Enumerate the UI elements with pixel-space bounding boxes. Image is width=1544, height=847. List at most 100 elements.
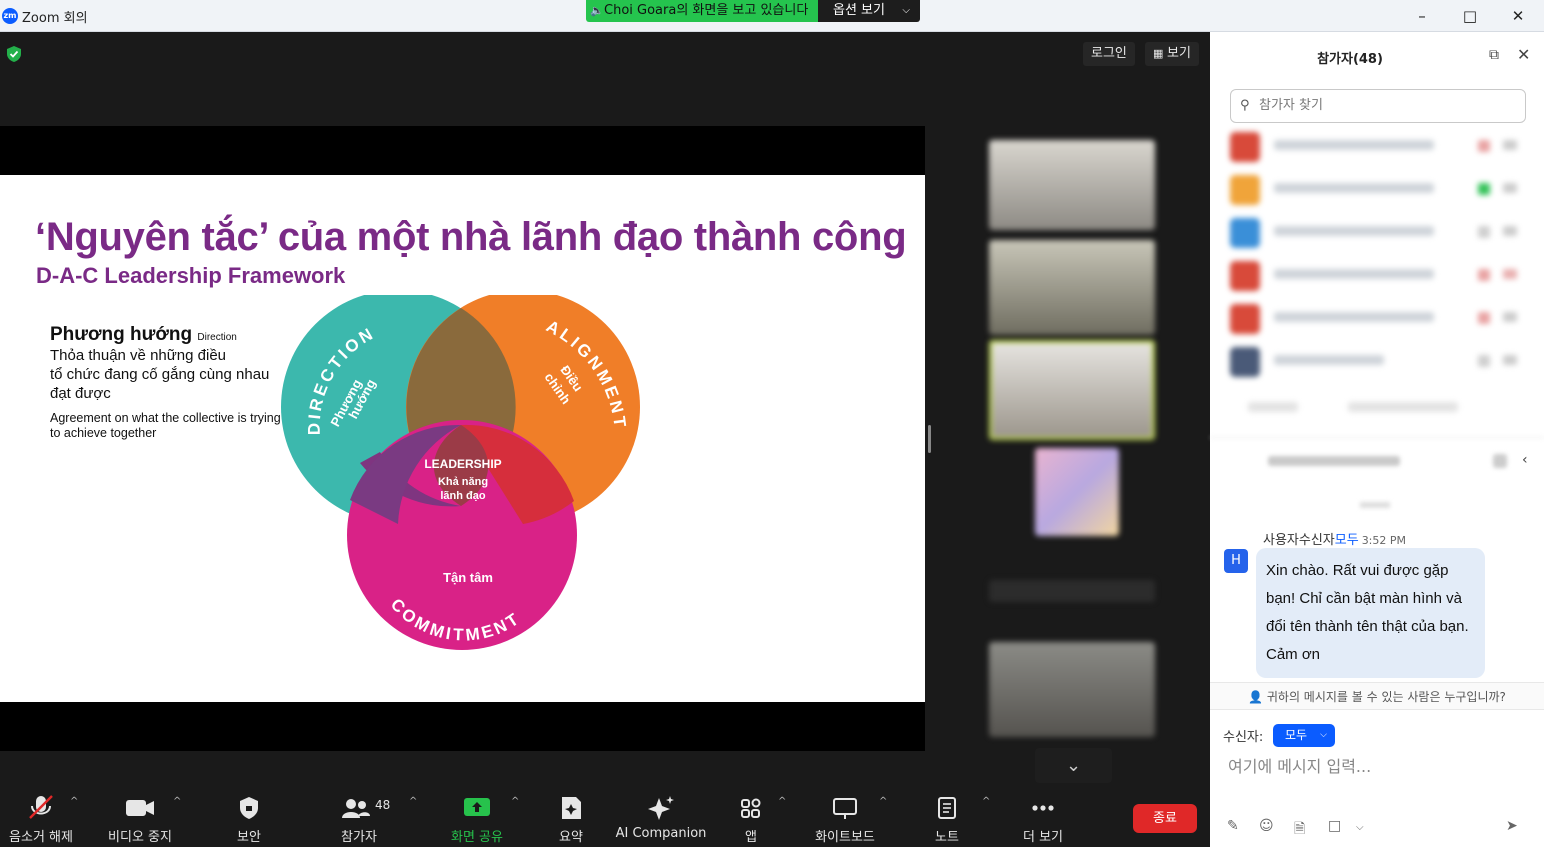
participant-actions[interactable]	[1228, 390, 1524, 430]
format-text-icon[interactable]: ✎	[1227, 818, 1239, 834]
video-gallery	[983, 132, 1163, 752]
direction-en-line: to achieve together	[50, 426, 157, 440]
end-meeting-button[interactable]: 종료	[1133, 804, 1197, 833]
chat-sender: 사용자수신자	[1263, 533, 1335, 548]
send-icon[interactable]: ➤	[1506, 818, 1518, 834]
login-button[interactable]: 로그인	[1083, 42, 1135, 66]
view-button[interactable]: ▦ 보기	[1145, 42, 1199, 66]
apps-button[interactable]: 앱	[728, 784, 774, 847]
chat-message-input[interactable]: 여기에 메시지 입력...	[1228, 753, 1371, 777]
emoji-icon[interactable]: ☺	[1259, 818, 1274, 834]
video-camera-icon	[126, 800, 154, 816]
chat-message-meta: 사용자수신자모두 3:52 PM	[1263, 529, 1406, 548]
ai-companion-button[interactable]: AI Companion	[612, 784, 710, 847]
maximize-button[interactable]: □	[1460, 6, 1480, 26]
participant-search-input[interactable]: ⚲ 참가자 찾기	[1230, 89, 1526, 123]
title-bar: zm Zoom 회의 🔈 Choi Goara의 화면을 보고 있습니다 옵션 …	[0, 0, 1544, 32]
notes-options-caret-icon[interactable]: ^	[982, 796, 990, 807]
unmute-label: 음소거 해제	[9, 830, 73, 845]
participant-row[interactable]	[1228, 214, 1524, 254]
security-label: 보안	[237, 830, 261, 845]
shared-screen: ‘Nguyên tắc’ của một nhà lãnh đạo thành …	[0, 126, 925, 751]
view-options-button[interactable]: 옵션 보기 ⌵	[818, 0, 920, 22]
window-title: Zoom 회의	[22, 11, 88, 26]
encryption-shield-icon[interactable]	[7, 46, 21, 62]
avatar: H	[1224, 549, 1248, 573]
slide-subtitle: D-A-C Leadership Framework	[36, 263, 346, 288]
more-dots-icon	[1032, 805, 1054, 811]
stop-video-button[interactable]: 비디오 중지	[100, 784, 180, 847]
direction-vi-line: tổ chức đang cố gắng cùng nhau	[50, 366, 270, 383]
gallery-scroll-down-button[interactable]: ⌄	[1035, 748, 1112, 783]
more-button[interactable]: 더 보기	[1010, 784, 1076, 847]
whiteboard-icon	[833, 798, 857, 819]
meeting-area: 로그인 ▦ 보기 ‘Nguyên tắc’ của một nhà lãnh đ…	[0, 32, 1210, 784]
share-screen-icon	[464, 798, 490, 816]
participant-row[interactable]	[1228, 343, 1524, 383]
apps-label: 앱	[745, 830, 757, 845]
apps-options-caret-icon[interactable]: ^	[778, 796, 786, 807]
unmute-button[interactable]: 음소거 해제	[0, 784, 82, 847]
participants-button[interactable]: 48 참가자	[320, 784, 398, 847]
panel-resize-handle[interactable]	[928, 425, 931, 453]
participant-row[interactable]	[1228, 300, 1524, 340]
zoom-window: zm Zoom 회의 🔈 Choi Goara의 화면을 보고 있습니다 옵션 …	[0, 0, 1544, 847]
screenshot-icon[interactable]: □	[1328, 818, 1341, 834]
share-options-caret-icon[interactable]: ^	[511, 796, 519, 807]
ai-companion-label: AI Companion	[615, 826, 707, 841]
video-tile[interactable]	[989, 642, 1155, 737]
screen-share-banner: 🔈 Choi Goara의 화면을 보고 있습니다	[586, 0, 818, 22]
direction-en-line: Agreement on what the collective is tryi…	[50, 411, 281, 425]
video-tile[interactable]	[989, 240, 1155, 335]
video-options-caret-icon[interactable]: ^	[173, 796, 181, 807]
slide-title: ‘Nguyên tắc’ của một nhà lãnh đạo thành …	[35, 215, 907, 259]
recipient-label: 수신자:	[1223, 730, 1264, 745]
video-tile[interactable]	[1035, 448, 1119, 536]
video-tile-name	[989, 580, 1155, 602]
collapse-chat-icon[interactable]: ‹	[1522, 452, 1528, 468]
chevron-down-icon[interactable]: ⌵	[1356, 822, 1364, 833]
chat-recipient[interactable]: 모두	[1335, 533, 1359, 548]
summary-icon	[562, 797, 581, 819]
video-tile-active-speaker[interactable]	[989, 340, 1155, 440]
whiteboard-button[interactable]: 화이트보드	[805, 784, 885, 847]
video-tile[interactable]	[989, 140, 1155, 230]
direction-heading-vi: Phương hướng	[50, 324, 193, 345]
grid-icon: ▦	[1153, 47, 1164, 60]
ai-sparkle-icon	[648, 796, 674, 820]
audio-options-caret-icon[interactable]: ^	[70, 796, 78, 807]
recipient-value: 모두	[1285, 728, 1308, 742]
message-visibility-info[interactable]: 👤 귀하의 메시지를 볼 수 있는 사람은 누구입니까?	[1210, 682, 1544, 710]
security-button[interactable]: 보안	[220, 784, 278, 847]
apps-icon	[741, 798, 761, 818]
leadership-vi-label: Khả năng	[438, 476, 488, 488]
view-options-label: 옵션 보기	[833, 3, 885, 18]
chat-time: 3:52 PM	[1361, 534, 1407, 547]
stop-video-label: 비디오 중지	[108, 830, 172, 845]
share-screen-label: 화면 공유	[451, 830, 503, 845]
minimize-button[interactable]: –	[1412, 6, 1432, 26]
meeting-toolbar: 음소거 해제 ^ 비디오 중지 ^ 보안 48 참가자 ^ 화면 공유 ^ 요약…	[0, 784, 1210, 847]
participant-row[interactable]	[1228, 257, 1524, 297]
participant-row[interactable]	[1228, 128, 1524, 168]
close-panel-icon[interactable]: ✕	[1517, 45, 1530, 64]
notes-button[interactable]: 노트	[920, 784, 974, 847]
direction-heading-en: Direction	[197, 332, 237, 343]
participants-label: 참가자	[341, 830, 377, 845]
speaker-icon: 🔈	[590, 4, 604, 17]
recipient-dropdown[interactable]: 모두 ⌵	[1273, 724, 1335, 747]
popout-icon[interactable]: ⧉	[1489, 47, 1499, 63]
participant-row[interactable]	[1228, 171, 1524, 211]
zoom-logo-icon: zm	[2, 8, 18, 24]
side-panel: 참가자(48) ⧉ ✕ ⚲ 참가자 찾기 ‹ 사용자수신자모두 3:52 PM H…	[1210, 32, 1544, 847]
commitment-vi-label: Tận tâm	[443, 570, 493, 585]
share-screen-button[interactable]: 화면 공유	[440, 784, 514, 847]
participants-options-caret-icon[interactable]: ^	[409, 796, 417, 807]
close-window-button[interactable]: ✕	[1508, 6, 1528, 26]
file-icon[interactable]: 🗎	[1294, 818, 1305, 842]
direction-vi-line: đạt được	[50, 385, 111, 402]
security-shield-icon	[240, 797, 258, 819]
summary-button[interactable]: 요약	[540, 784, 602, 847]
chevron-down-icon: ⌵	[1320, 730, 1327, 740]
whiteboard-options-caret-icon[interactable]: ^	[879, 796, 887, 807]
